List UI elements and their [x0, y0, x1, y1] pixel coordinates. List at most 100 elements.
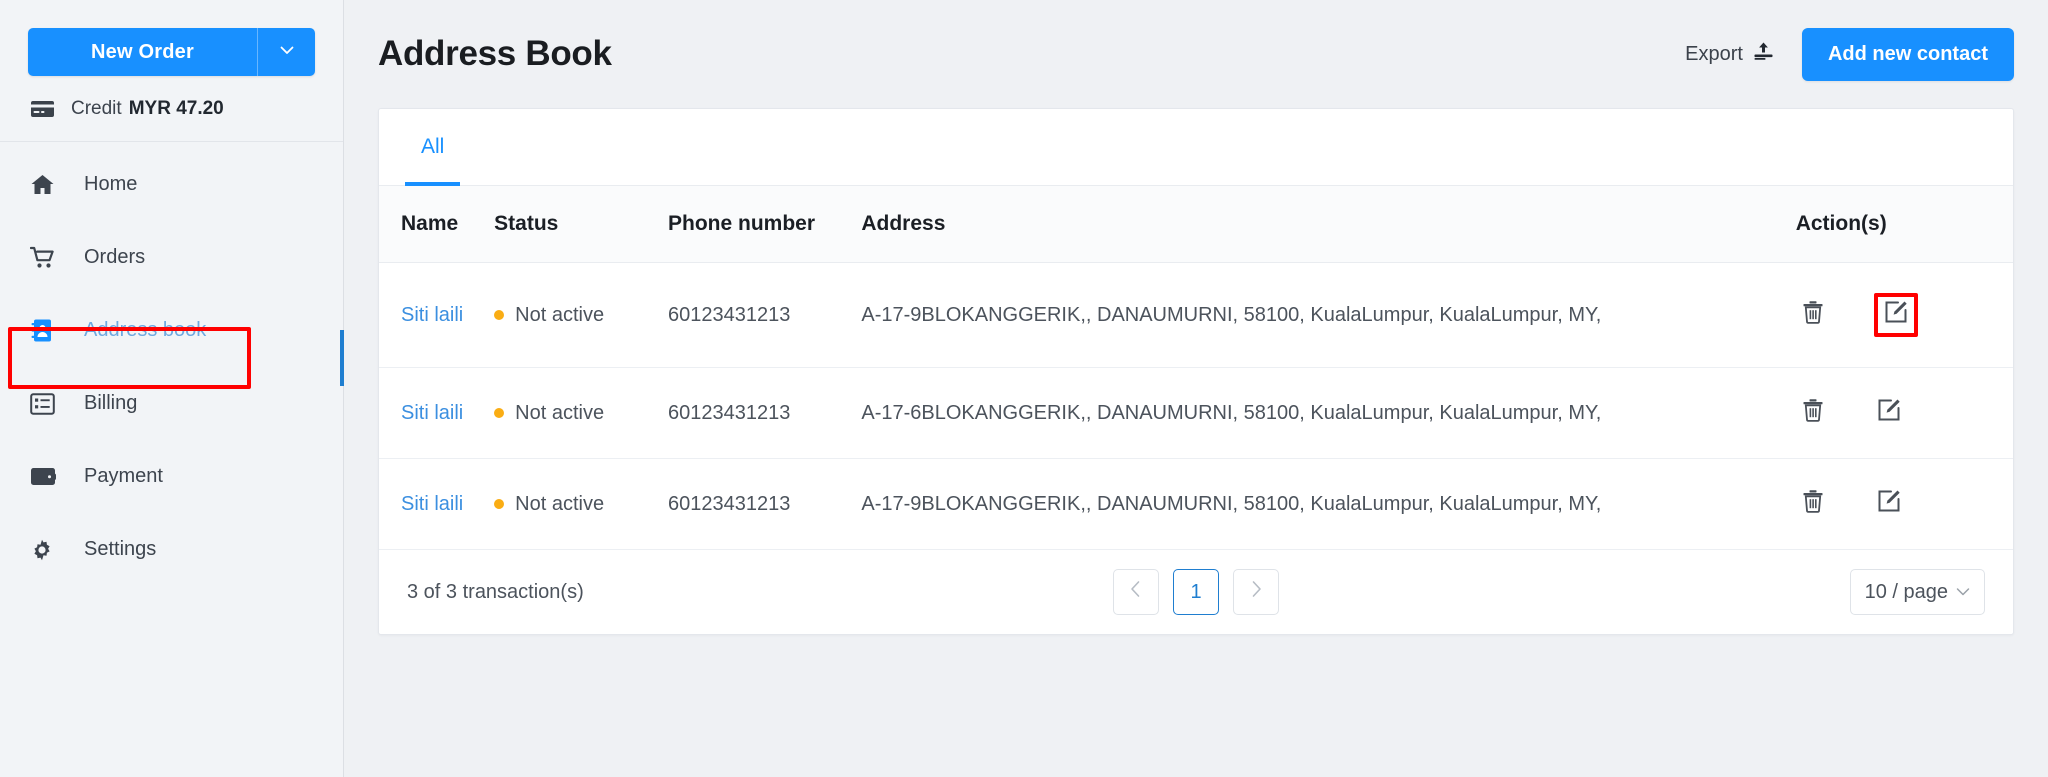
credit-label: Credit	[71, 97, 122, 119]
edit-pencil-icon	[1877, 489, 1901, 519]
pagination-page-1[interactable]: 1	[1173, 569, 1219, 615]
list-document-icon	[30, 392, 60, 415]
cell-actions	[1795, 458, 2013, 550]
transaction-count: 3 of 3 transaction(s)	[407, 580, 584, 603]
sidebar-item-label-settings: Settings	[84, 538, 157, 560]
address-table: Name Status Phone number Address Action(…	[379, 186, 2013, 550]
chevron-left-icon	[1129, 580, 1143, 604]
cell-status: Not active	[494, 262, 668, 368]
tab-bar: All	[379, 109, 2013, 186]
table-row: Siti laili Not active 60123431213 A-17-9…	[379, 458, 2013, 550]
delete-button[interactable]	[1798, 489, 1828, 519]
trash-icon	[1802, 489, 1824, 519]
column-header-name: Name	[379, 186, 495, 263]
new-order-label: New Order	[91, 40, 194, 63]
sidebar-nav: Home Orders Address book Billing Payment…	[0, 142, 343, 586]
cell-phone: 60123431213	[667, 458, 862, 550]
table-row: Siti laili Not active 60123431213 A-17-9…	[379, 262, 2013, 368]
page-header: Address Book Export Add new contact	[344, 0, 2048, 108]
new-order-dropdown-toggle[interactable]	[257, 28, 315, 76]
sidebar-item-address-book[interactable]: Address book	[0, 294, 343, 367]
cell-phone: 60123431213	[667, 367, 862, 459]
new-order-button[interactable]: New Order	[28, 28, 315, 76]
shopping-cart-icon	[30, 246, 60, 269]
sidebar-item-label-address-book: Address book	[84, 319, 207, 341]
edit-button[interactable]	[1874, 398, 1904, 428]
sidebar-item-orders[interactable]: Orders	[0, 221, 343, 294]
address-book-card: All Name Status Phone number Address Act…	[378, 108, 2014, 635]
column-header-address: Address	[861, 186, 1796, 263]
status-dot-icon	[494, 499, 505, 509]
cell-address: A-17-9BLOKANGGERIK,, DANAUMURNI, 58100, …	[861, 262, 1796, 368]
cell-name: Siti laili	[379, 458, 495, 550]
main-content: Address Book Export Add new contact All …	[344, 0, 2048, 777]
wallet-icon	[30, 466, 60, 487]
sidebar-item-home[interactable]: Home	[0, 148, 343, 221]
cell-name: Siti laili	[379, 262, 495, 368]
credit-value: MYR 47.20	[128, 97, 224, 119]
pagination-next-button[interactable]	[1233, 569, 1279, 615]
contact-name-link[interactable]: Siti laili	[401, 493, 463, 515]
delete-button[interactable]	[1798, 398, 1828, 428]
chevron-down-icon	[277, 40, 297, 65]
sidebar-item-payment[interactable]: Payment	[0, 440, 343, 513]
sidebar-item-label-billing: Billing	[84, 392, 138, 414]
edit-button[interactable]	[1874, 489, 1904, 519]
edit-pencil-icon	[1884, 300, 1908, 330]
table-body: Siti laili Not active 60123431213 A-17-9…	[379, 262, 2013, 550]
tab-all-label: All	[421, 135, 445, 158]
cell-actions	[1795, 262, 2013, 368]
upload-icon	[1753, 41, 1774, 67]
credit-balance-row: Credit MYR 47.20	[0, 76, 343, 142]
status-dot-icon	[494, 310, 505, 320]
edit-pencil-icon	[1877, 398, 1901, 428]
table-header-row: Name Status Phone number Address Action(…	[379, 186, 2013, 263]
page-size-label: 10 / page	[1864, 580, 1948, 603]
sidebar-item-label-orders: Orders	[84, 246, 146, 268]
header-actions: Export Add new contact	[1683, 27, 2014, 81]
cell-actions	[1795, 367, 2013, 459]
new-order-section: New Order	[0, 0, 343, 76]
status-label: Not active	[515, 303, 605, 326]
column-header-status: Status	[494, 186, 668, 263]
add-new-contact-button[interactable]: Add new contact	[1801, 27, 2014, 81]
page-size-selector[interactable]: 10 / page	[1849, 569, 1985, 615]
export-label: Export	[1685, 42, 1743, 65]
sidebar-item-label-home: Home	[84, 173, 138, 195]
tab-all[interactable]: All	[405, 109, 461, 186]
cell-phone: 60123431213	[667, 262, 862, 368]
cell-name: Siti laili	[379, 367, 495, 459]
contact-name-link[interactable]: Siti laili	[401, 402, 463, 424]
status-dot-icon	[494, 408, 505, 418]
chevron-down-icon	[1956, 584, 1970, 601]
sidebar-item-label-payment: Payment	[84, 465, 163, 487]
table-head: Name Status Phone number Address Action(…	[379, 186, 2013, 263]
gear-icon	[30, 538, 60, 562]
address-book-icon	[30, 318, 60, 343]
pagination-prev-button[interactable]	[1113, 569, 1159, 615]
column-header-phone: Phone number	[667, 186, 862, 263]
trash-icon	[1802, 398, 1824, 428]
delete-button[interactable]	[1798, 300, 1828, 330]
column-header-actions: Action(s)	[1795, 186, 2013, 263]
edit-button[interactable]	[1873, 293, 1918, 337]
contact-name-link[interactable]: Siti laili	[401, 304, 463, 326]
cell-address: A-17-9BLOKANGGERIK,, DANAUMURNI, 58100, …	[861, 458, 1796, 550]
sidebar: New Order Credit MYR 47.20 Home Orders A…	[0, 0, 344, 777]
sidebar-item-billing[interactable]: Billing	[0, 367, 343, 440]
chevron-right-icon	[1249, 580, 1263, 604]
export-button[interactable]: Export	[1683, 35, 1776, 73]
cell-status: Not active	[494, 367, 668, 459]
sidebar-item-settings[interactable]: Settings	[0, 513, 343, 586]
status-label: Not active	[515, 401, 605, 424]
credit-card-icon	[30, 99, 55, 119]
cell-status: Not active	[494, 458, 668, 550]
home-icon	[30, 173, 60, 196]
app-root: New Order Credit MYR 47.20 Home Orders A…	[0, 0, 2048, 777]
cell-address: A-17-6BLOKANGGERIK,, DANAUMURNI, 58100, …	[861, 367, 1796, 459]
status-label: Not active	[515, 492, 605, 515]
table-row: Siti laili Not active 60123431213 A-17-6…	[379, 367, 2013, 459]
page-title: Address Book	[378, 34, 612, 73]
table-footer: 3 of 3 transaction(s) 1 10 / page	[379, 550, 2013, 634]
trash-icon	[1802, 300, 1824, 330]
